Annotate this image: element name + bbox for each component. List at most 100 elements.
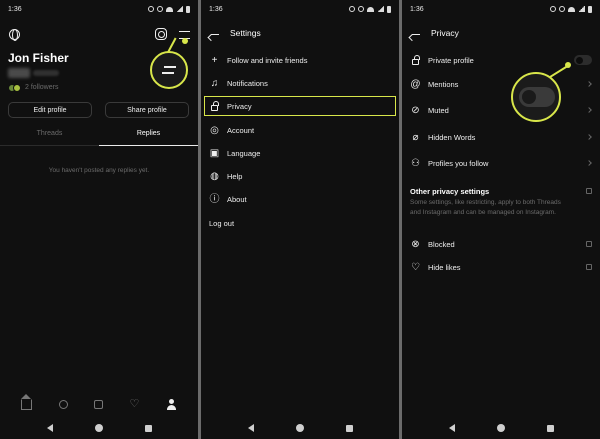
settings-item-label: Follow and invite friends bbox=[227, 55, 308, 65]
hidden-icon: ⌀ bbox=[412, 131, 419, 143]
wifi-icon bbox=[367, 6, 374, 12]
settings-item-privacy[interactable]: Privacy bbox=[201, 96, 399, 116]
privacy-item-hidden-words[interactable]: ⌀ Hidden Words bbox=[402, 127, 600, 147]
private-profile-row: Private profile bbox=[402, 50, 600, 70]
back-nav-icon[interactable] bbox=[247, 424, 254, 432]
privacy-item-label: Blocked bbox=[428, 239, 455, 249]
page-title: Settings bbox=[230, 28, 261, 38]
profile-screen: 1:36 Jon Fisher 2 followers Edit profile… bbox=[0, 0, 198, 439]
logout-label: Log out bbox=[209, 218, 235, 228]
home-icon[interactable] bbox=[21, 393, 33, 410]
system-nav-bar bbox=[402, 417, 600, 439]
privacy-item-blocked[interactable]: ⊗ Blocked bbox=[402, 234, 600, 254]
menu-highlight-callout bbox=[150, 51, 188, 89]
status-icon bbox=[157, 6, 163, 12]
add-person-icon: + bbox=[211, 54, 218, 66]
settings-item-label: Help bbox=[227, 171, 243, 181]
status-icon bbox=[358, 6, 364, 12]
settings-item-about[interactable]: ⓘ About bbox=[201, 189, 399, 209]
logout-button[interactable]: Log out bbox=[201, 213, 399, 233]
recents-nav-icon[interactable] bbox=[546, 424, 554, 432]
search-icon[interactable] bbox=[58, 399, 68, 409]
privacy-screen: 1:36 Privacy Private profile @ Mentions … bbox=[402, 0, 600, 439]
heart-icon[interactable]: ♡ bbox=[129, 398, 139, 410]
back-nav-icon[interactable] bbox=[448, 424, 455, 432]
follower-avatar bbox=[13, 84, 21, 92]
chevron-right-icon bbox=[586, 107, 592, 113]
chevron-right-icon bbox=[586, 134, 592, 140]
active-tab-indicator bbox=[99, 145, 198, 146]
recents-nav-icon[interactable] bbox=[345, 424, 353, 432]
privacy-item-label: Muted bbox=[428, 105, 449, 115]
privacy-item-muted[interactable]: ⊘ Muted bbox=[402, 100, 600, 120]
chevron-right-icon bbox=[586, 81, 592, 87]
home-nav-icon[interactable] bbox=[496, 424, 505, 432]
privacy-item-label: Hide likes bbox=[428, 262, 461, 272]
new-post-icon[interactable] bbox=[94, 399, 104, 409]
privacy-item-profiles-you-follow[interactable]: ⚇ Profiles you follow bbox=[402, 153, 600, 173]
home-nav-icon[interactable] bbox=[94, 424, 103, 432]
status-icon bbox=[550, 6, 556, 12]
battery-icon bbox=[186, 5, 190, 13]
share-profile-button[interactable]: Share profile bbox=[105, 102, 189, 118]
settings-item-label: Privacy bbox=[227, 101, 252, 111]
settings-item-follow-invite[interactable]: + Follow and invite friends bbox=[201, 50, 399, 70]
instagram-icon[interactable] bbox=[155, 28, 167, 40]
settings-item-label: About bbox=[227, 194, 247, 204]
status-time: 1:36 bbox=[8, 5, 22, 13]
lock-icon bbox=[209, 100, 220, 112]
toggle-zoom-callout bbox=[511, 72, 561, 122]
settings-item-label: Notifications bbox=[227, 78, 268, 88]
home-nav-icon[interactable] bbox=[295, 424, 304, 432]
profile-icon[interactable] bbox=[166, 398, 177, 410]
info-icon: ⓘ bbox=[209, 193, 220, 205]
privacy-item-hide-likes[interactable]: ♡ Hide likes bbox=[402, 257, 600, 277]
back-arrow-icon[interactable] bbox=[210, 30, 219, 39]
system-nav-bar bbox=[0, 417, 198, 439]
back-nav-icon[interactable] bbox=[46, 424, 53, 432]
battery-icon bbox=[387, 5, 391, 13]
help-icon: ◍ bbox=[210, 170, 219, 182]
status-icon bbox=[349, 6, 355, 12]
battery-icon bbox=[588, 5, 592, 13]
private-profile-toggle[interactable] bbox=[574, 55, 592, 65]
people-icon: ⚇ bbox=[411, 157, 420, 169]
muted-icon: ⊘ bbox=[411, 104, 420, 116]
settings-item-notifications[interactable]: ♫ Notifications bbox=[201, 73, 399, 93]
callout-dot bbox=[182, 38, 188, 44]
tab-threads[interactable]: Threads bbox=[0, 130, 99, 137]
privacy-item-label: Profiles you follow bbox=[428, 158, 489, 168]
hide-likes-icon: ♡ bbox=[411, 261, 420, 273]
blocked-icon: ⊗ bbox=[411, 238, 420, 250]
external-link-icon bbox=[586, 188, 592, 194]
page-title: Privacy bbox=[431, 28, 459, 38]
signal-icon bbox=[578, 6, 585, 12]
edit-profile-button[interactable]: Edit profile bbox=[8, 102, 92, 118]
tab-divider bbox=[0, 145, 99, 146]
wifi-icon bbox=[166, 6, 173, 12]
bottom-nav: ♡ bbox=[0, 393, 198, 412]
profile-name: Jon Fisher bbox=[8, 51, 69, 65]
back-arrow-icon[interactable] bbox=[411, 30, 420, 39]
external-link-icon bbox=[586, 264, 592, 270]
recents-nav-icon[interactable] bbox=[144, 424, 152, 432]
other-privacy-title: Other privacy settings bbox=[410, 187, 490, 196]
settings-item-language[interactable]: ▣ Language bbox=[201, 143, 399, 163]
external-link-icon bbox=[586, 241, 592, 247]
signal-icon bbox=[377, 6, 384, 12]
bell-icon: ♫ bbox=[210, 77, 219, 89]
tab-replies[interactable]: Replies bbox=[99, 130, 198, 137]
followers-count[interactable]: 2 followers bbox=[25, 84, 58, 91]
status-icon bbox=[559, 6, 565, 12]
status-icon bbox=[148, 6, 154, 12]
language-icon: ▣ bbox=[209, 147, 220, 159]
callout-dot bbox=[565, 62, 571, 68]
wifi-icon bbox=[568, 6, 575, 12]
privacy-item-mentions[interactable]: @ Mentions bbox=[402, 74, 600, 94]
signal-icon bbox=[176, 6, 183, 12]
settings-item-help[interactable]: ◍ Help bbox=[201, 166, 399, 186]
username-blurred bbox=[8, 68, 30, 78]
settings-item-account[interactable]: ◎ Account bbox=[201, 120, 399, 140]
globe-icon[interactable] bbox=[9, 29, 20, 41]
private-profile-label: Private profile bbox=[428, 55, 474, 65]
